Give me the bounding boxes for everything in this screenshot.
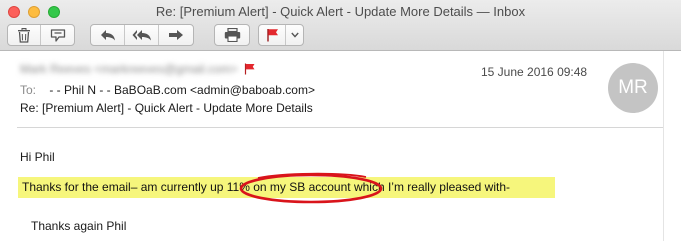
body-text-marked: 11% on my SB account bbox=[226, 180, 351, 194]
recipient[interactable]: - - Phil N - - BaBOaB.com <admin@baboab.… bbox=[49, 83, 315, 97]
to-row: To: - - Phil N - - BaBOaB.com <admin@bab… bbox=[20, 83, 315, 97]
print-group bbox=[214, 24, 250, 46]
greeting: Hi Phil bbox=[20, 150, 55, 164]
pane-edge bbox=[663, 51, 664, 241]
avatar: MR bbox=[608, 63, 658, 113]
junk-button[interactable] bbox=[41, 25, 74, 45]
flag-icon bbox=[266, 29, 278, 42]
subject-line: Re: [Premium Alert] - Quick Alert - Upda… bbox=[20, 101, 313, 115]
forward-button[interactable] bbox=[159, 25, 193, 45]
flag-icon bbox=[244, 63, 255, 75]
delete-button[interactable] bbox=[8, 25, 41, 45]
reply-all-button[interactable] bbox=[125, 25, 159, 45]
body-text-before: Thanks for the email– am currently up bbox=[22, 180, 227, 194]
title-toolbar: Re: [Premium Alert] - Quick Alert - Upda… bbox=[0, 0, 681, 51]
chevron-down-icon bbox=[290, 32, 299, 38]
signoff: Thanks again Phil bbox=[31, 219, 127, 233]
mail-window: Re: [Premium Alert] - Quick Alert - Upda… bbox=[0, 0, 681, 241]
flag-group bbox=[258, 24, 304, 46]
print-icon bbox=[224, 28, 240, 42]
from-row: Mark Reeves <markreeves@gmail.com> bbox=[20, 62, 255, 76]
reply-group bbox=[90, 24, 194, 46]
to-label: To: bbox=[20, 83, 37, 97]
flag-button[interactable] bbox=[259, 25, 286, 45]
reply-all-icon bbox=[132, 30, 151, 41]
body-paragraph: Thanks for the email– am currently up 11… bbox=[22, 180, 510, 194]
window-title: Re: [Premium Alert] - Quick Alert - Upda… bbox=[155, 4, 526, 19]
sender-name[interactable]: Mark Reeves <markreeves@gmail.com> bbox=[20, 62, 238, 76]
forward-icon bbox=[169, 30, 183, 40]
flag-menu-button[interactable] bbox=[286, 25, 303, 45]
print-button[interactable] bbox=[215, 25, 249, 45]
message-date: 15 June 2016 09:48 bbox=[481, 65, 588, 79]
reply-button[interactable] bbox=[91, 25, 125, 45]
body-text-after: which I’m really pleased with- bbox=[350, 180, 511, 194]
trash-icon bbox=[18, 27, 30, 43]
avatar-initials: MR bbox=[618, 77, 648, 98]
junk-icon bbox=[50, 28, 65, 42]
delete-junk-group bbox=[7, 24, 75, 46]
header-divider bbox=[17, 127, 663, 128]
message-header: Mark Reeves <markreeves@gmail.com> 15 Ju… bbox=[0, 51, 681, 127]
reply-icon bbox=[100, 30, 115, 41]
